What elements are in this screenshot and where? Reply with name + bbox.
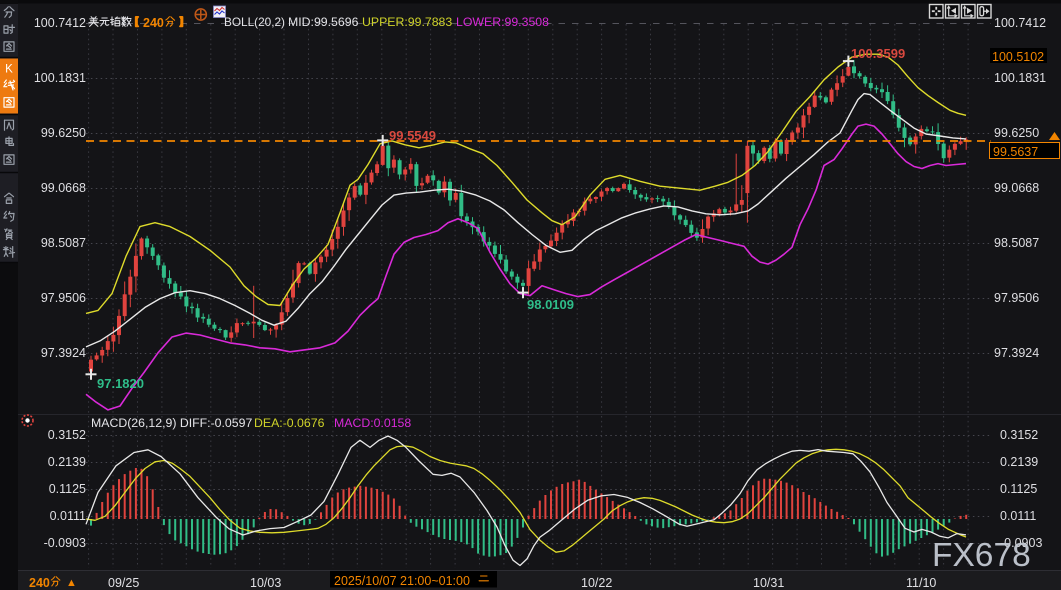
svg-text:K: K	[5, 64, 13, 76]
